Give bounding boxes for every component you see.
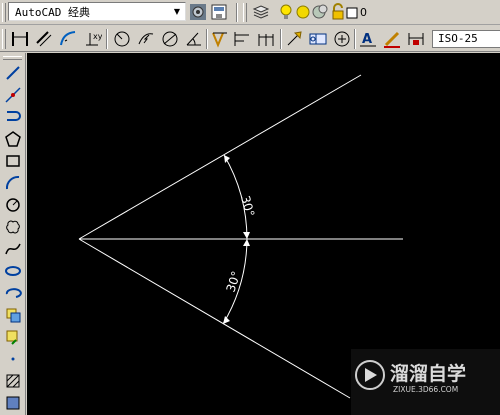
radius-dimension-icon[interactable]	[112, 29, 132, 49]
separator	[280, 29, 282, 49]
ellipse-tool-icon[interactable]	[2, 261, 23, 281]
layer-name[interactable]: 0	[360, 6, 367, 19]
continue-dimension-icon[interactable]	[256, 29, 276, 49]
dimension-toolbar: xy A ISO-25	[0, 26, 500, 52]
watermark: 溜溜自学 ZIXUE.3D66.COM	[351, 349, 500, 415]
toolbar-grip[interactable]	[2, 29, 6, 49]
make-block-icon[interactable]	[2, 327, 23, 347]
angular-dimension-icon[interactable]	[184, 29, 204, 49]
polyline-tool-icon[interactable]	[2, 107, 23, 127]
spline-tool-icon[interactable]	[2, 239, 23, 259]
separator	[354, 29, 356, 49]
upper-line[interactable]	[78, 74, 362, 240]
polygon-tool-icon[interactable]	[2, 129, 23, 149]
workspace-toolbar: AutoCAD 经典 ▼ 0	[0, 0, 500, 25]
workspace-select[interactable]: AutoCAD 经典 ▼	[8, 2, 186, 21]
insert-block-icon[interactable]	[2, 305, 23, 325]
ellipse-arc-icon[interactable]	[2, 283, 23, 303]
aligned-dimension-icon[interactable]	[34, 29, 54, 49]
dimension-style-value: ISO-25	[438, 32, 478, 45]
tolerance-icon[interactable]	[308, 29, 328, 49]
line-tool-icon[interactable]	[2, 63, 23, 83]
toolbar-grip[interactable]	[2, 3, 6, 22]
upper-angle-label: 30°	[238, 194, 257, 218]
dimension-update-icon[interactable]	[406, 29, 426, 49]
dimension-text-edit-icon[interactable]	[382, 29, 402, 49]
center-mark-icon[interactable]	[332, 29, 352, 49]
arc-length-icon[interactable]	[58, 29, 78, 49]
watermark-url: ZIXUE.3D66.COM	[393, 385, 458, 394]
gradient-tool-icon[interactable]	[2, 393, 23, 413]
circle-tool-icon[interactable]	[2, 195, 23, 215]
lower-line[interactable]	[78, 238, 351, 399]
workspace-value: AutoCAD 经典	[15, 6, 90, 19]
construction-line-icon[interactable]	[2, 85, 23, 105]
dimension-style-select[interactable]: ISO-25	[432, 30, 500, 48]
quick-dimension-icon[interactable]	[210, 29, 230, 49]
arc-tool-icon[interactable]	[2, 173, 23, 193]
separator	[106, 29, 108, 49]
rectangle-tool-icon[interactable]	[2, 151, 23, 171]
toolbar-grip[interactable]	[243, 3, 247, 22]
chevron-down-icon[interactable]: ▼	[170, 4, 184, 19]
hatch-tool-icon[interactable]	[2, 371, 23, 391]
separator	[236, 3, 238, 22]
layer-color-swatch-icon[interactable]	[342, 2, 362, 22]
save-workspace-icon[interactable]	[209, 2, 229, 22]
dimension-arrowhead	[224, 155, 230, 163]
draw-toolbar	[0, 53, 26, 415]
linear-dimension-icon[interactable]	[10, 29, 30, 49]
workspace-settings-icon[interactable]	[188, 2, 208, 22]
layer-manager-icon[interactable]	[251, 2, 271, 22]
diameter-dimension-icon[interactable]	[160, 29, 180, 49]
dimension-arrowhead	[243, 239, 250, 246]
dimension-edit-icon[interactable]: A	[358, 29, 378, 49]
drawing-svg: 30° 30° 溜溜自学 ZIXUE.3D66.COM	[78, 74, 500, 415]
drawing-area[interactable]: 30° 30° 溜溜自学 ZIXUE.3D66.COM	[27, 53, 500, 415]
layer-viewport-icon[interactable]	[310, 2, 330, 22]
ordinate-dimension-icon[interactable]: xy	[82, 29, 102, 49]
svg-text:A: A	[362, 32, 372, 47]
point-tool-icon[interactable]	[2, 349, 23, 369]
dimension-arrowhead	[243, 232, 250, 239]
toolbar-grip[interactable]	[3, 56, 22, 60]
watermark-brand: 溜溜自学	[390, 362, 466, 385]
separator	[206, 29, 208, 49]
svg-text:xy: xy	[93, 32, 102, 41]
baseline-dimension-icon[interactable]	[232, 29, 252, 49]
quick-leader-icon[interactable]	[284, 29, 304, 49]
lower-angle-label: 30°	[224, 269, 244, 294]
jogged-dimension-icon[interactable]	[136, 29, 156, 49]
revision-cloud-icon[interactable]	[2, 217, 23, 237]
